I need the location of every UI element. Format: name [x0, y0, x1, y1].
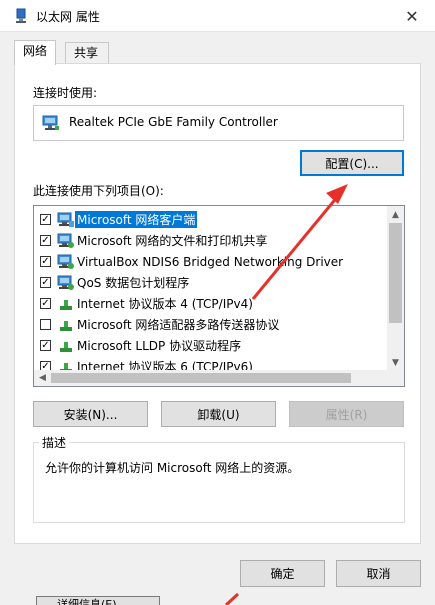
item-checkbox[interactable]: ✓ [40, 235, 51, 246]
tab-network-label: 网络 [23, 44, 48, 58]
uninstall-button[interactable]: 卸载(U) [161, 401, 276, 427]
list-item[interactable]: Microsoft 网络适配器多路传送器协议 [34, 314, 386, 335]
scroll-down-icon[interactable]: ▼ [387, 354, 404, 371]
item-checkbox[interactable]: ✓ [40, 214, 51, 225]
window-title: 以太网 属性 [36, 10, 100, 24]
item-label: Microsoft 网络的文件和打印机共享 [77, 234, 268, 248]
tab-panel: 连接时使用: Realtek PCIe GbE Family Controlle… [14, 63, 421, 544]
network-service-icon [57, 275, 75, 291]
scrollbar-corner [387, 370, 404, 386]
install-button[interactable]: 安装(N)... [33, 401, 148, 427]
horizontal-scroll-thumb[interactable] [51, 373, 351, 383]
scroll-left-icon[interactable]: ◀ [34, 370, 51, 386]
tab-sharing-label: 共享 [74, 46, 99, 60]
item-checkbox[interactable]: ✓ [40, 298, 51, 309]
list-item[interactable]: ✓ Microsoft 网络的文件和打印机共享 [34, 230, 386, 251]
list-item[interactable]: ✓ QoS 数据包计划程序 [34, 272, 386, 293]
items-label: 此连接使用下列项目(O): [33, 184, 164, 198]
item-label: Microsoft LLDP 协议驱动程序 [77, 339, 242, 353]
item-label: Microsoft 网络适配器多路传送器协议 [77, 318, 280, 332]
vertical-scroll-thumb[interactable] [389, 223, 402, 323]
adapter-name: Realtek PCIe GbE Family Controller [69, 115, 278, 129]
cancel-button[interactable]: 取消 [336, 560, 421, 587]
network-service-icon [57, 233, 75, 249]
title-bar: 以太网 属性 ✕ [0, 0, 435, 32]
description-group [33, 442, 405, 523]
network-adapter-icon [16, 8, 26, 23]
close-icon: ✕ [405, 6, 419, 26]
item-label: Microsoft 网络客户端 [75, 211, 198, 228]
item-label: Internet 协议版本 4 (TCP/IPv4) [77, 297, 253, 311]
list-item[interactable]: ✓ VirtualBox NDIS6 Bridged Networking Dri… [34, 251, 386, 272]
item-checkbox[interactable]: ✓ [40, 277, 51, 288]
tab-sharing[interactable]: 共享 [65, 42, 109, 64]
network-client-icon [57, 212, 75, 228]
item-label: VirtualBox NDIS6 Bridged Networking Driv… [77, 254, 344, 269]
item-label: QoS 数据包计划程序 [77, 276, 190, 290]
adapter-box: Realtek PCIe GbE Family Controller [33, 105, 404, 141]
details-button[interactable]: 详细信息(E)... [36, 596, 160, 605]
close-button[interactable]: ✕ [389, 0, 435, 32]
list-item[interactable]: ✓ Microsoft LLDP 协议驱动程序 [34, 335, 386, 356]
item-checkbox[interactable]: ✓ [40, 256, 51, 267]
description-title: 描述 [39, 434, 70, 451]
description-text: 允许你的计算机访问 Microsoft 网络上的资源。 [45, 461, 300, 475]
vertical-scrollbar[interactable]: ▲ ▼ [387, 206, 404, 371]
item-checkbox[interactable]: ✓ [40, 340, 51, 351]
scroll-up-icon[interactable]: ▲ [387, 206, 404, 223]
network-service-icon [57, 254, 75, 270]
ok-button[interactable]: 确定 [240, 560, 325, 587]
protocol-icon [57, 338, 75, 354]
configure-button[interactable]: 配置(C)... [300, 150, 404, 176]
item-checkbox[interactable] [40, 319, 51, 330]
list-item[interactable]: ✓ Microsoft 网络客户端 [34, 209, 386, 230]
network-card-icon [42, 115, 59, 130]
tab-network[interactable]: 网络 [14, 40, 56, 65]
connect-using-label: 连接时使用: [33, 86, 98, 100]
protocol-icon [57, 317, 75, 333]
horizontal-scrollbar[interactable]: ◀ ▶ [34, 370, 404, 386]
protocol-icon [57, 296, 75, 312]
components-list[interactable]: ✓ Microsoft 网络客户端 ✓ Microsoft 网络的文件和打印机共享 ✓ V… [33, 205, 405, 387]
list-item[interactable]: ✓ Internet 协议版本 4 (TCP/IPv4) [34, 293, 386, 314]
properties-button[interactable]: 属性(R) [289, 401, 404, 427]
